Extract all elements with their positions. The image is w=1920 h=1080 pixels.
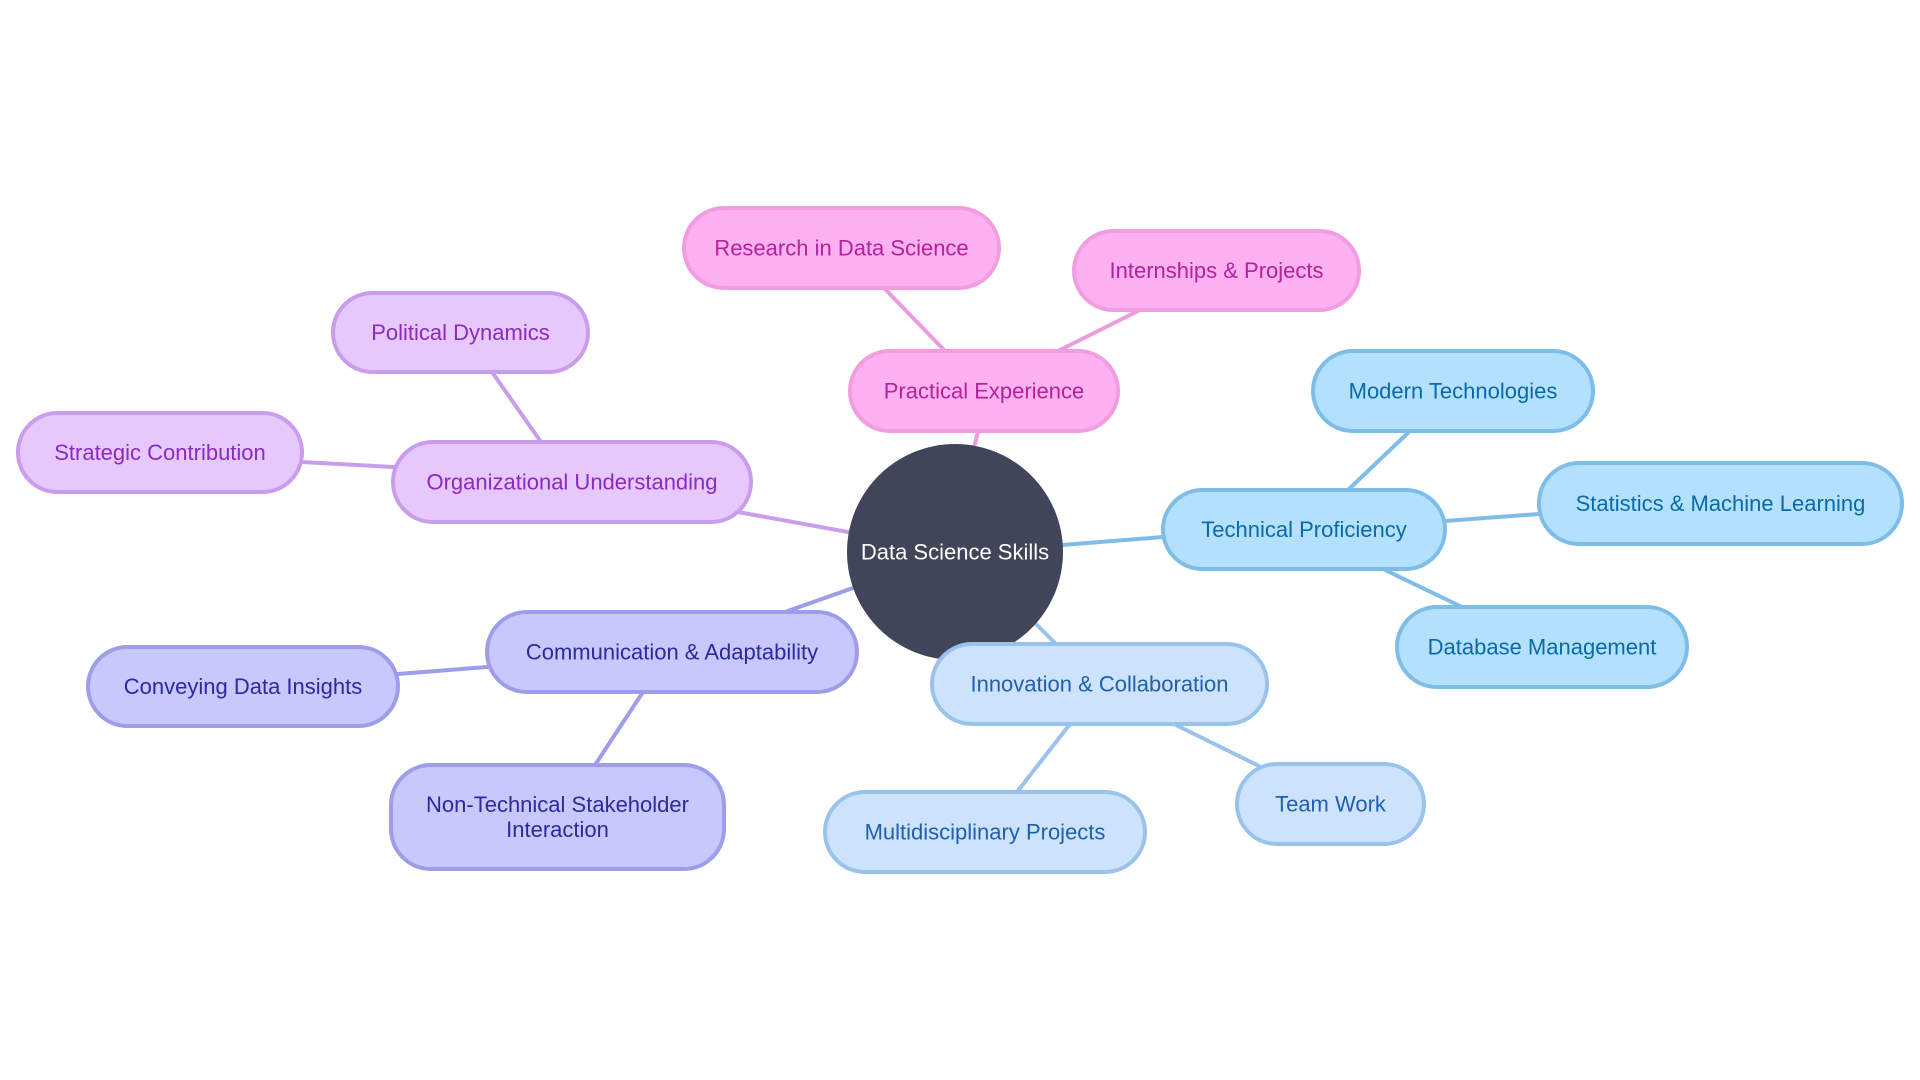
node-label: Multidisciplinary Projects <box>865 820 1106 845</box>
node-label: Practical Experience <box>884 379 1085 404</box>
edge-nontech <box>593 690 645 767</box>
edge-research <box>882 286 947 353</box>
branch-node-technical[interactable]: Technical Proficiency <box>1161 488 1447 571</box>
edge-teamwork <box>1172 722 1267 771</box>
node-label: Political Dynamics <box>371 320 550 345</box>
edge-multidisc <box>1015 722 1072 794</box>
root-layer: Data Science Skills <box>847 444 1063 660</box>
edge-internships <box>1056 308 1142 353</box>
leaf-node-strategic[interactable]: Strategic Contribution <box>16 411 304 494</box>
edge-modern <box>1346 429 1412 492</box>
edge-strategic <box>300 460 395 469</box>
leaf-node-multidisc[interactable]: Multidisciplinary Projects <box>823 790 1147 874</box>
leaf-node-conveying[interactable]: Conveying Data Insights <box>86 645 400 728</box>
branch-node-communication[interactable]: Communication & Adaptability <box>485 610 859 694</box>
node-label: Statistics & Machine Learning <box>1576 491 1866 516</box>
branch-node-practical[interactable]: Practical Experience <box>848 349 1120 433</box>
node-label: Organizational Understanding <box>426 470 717 495</box>
node-label: Innovation & Collaboration <box>970 672 1228 697</box>
node-label: Technical Proficiency <box>1201 517 1406 542</box>
node-label: Communication & Adaptability <box>526 640 818 665</box>
edge-innovation <box>1033 621 1058 646</box>
node-label: Modern Technologies <box>1349 379 1558 404</box>
edge-organizational <box>736 510 850 534</box>
leaf-node-internships[interactable]: Internships & Projects <box>1072 229 1361 312</box>
node-label: Interaction <box>506 817 609 842</box>
leaf-node-statsml[interactable]: Statistics & Machine Learning <box>1537 461 1904 546</box>
leaf-node-political[interactable]: Political Dynamics <box>331 291 590 374</box>
leaf-node-database[interactable]: Database Management <box>1395 605 1689 689</box>
edge-conveying <box>396 665 489 676</box>
node-label: Database Management <box>1428 635 1657 660</box>
mindmap-canvas: Data Science Skills Practical Experience… <box>16 206 1904 874</box>
branch-node-organizational[interactable]: Organizational Understanding <box>391 440 753 524</box>
branch-node-innovation[interactable]: Innovation & Collaboration <box>930 642 1269 726</box>
node-label: Strategic Contribution <box>54 440 266 465</box>
edge-communication <box>783 586 855 614</box>
root-label: Data Science Skills <box>861 540 1049 565</box>
edge-technical <box>1060 535 1165 547</box>
node-label: Conveying Data Insights <box>124 674 362 699</box>
node-label: Non-Technical Stakeholder <box>426 792 689 817</box>
node-label: Research in Data Science <box>714 236 968 261</box>
edge-statsml <box>1443 512 1541 523</box>
leaf-node-teamwork[interactable]: Team Work <box>1235 762 1426 846</box>
leaf-node-nontech[interactable]: Non-Technical StakeholderInteraction <box>389 763 726 871</box>
leaf-node-modern[interactable]: Modern Technologies <box>1311 349 1595 433</box>
edge-political <box>490 370 543 444</box>
leaf-node-research[interactable]: Research in Data Science <box>682 206 1001 290</box>
node-label: Internships & Projects <box>1110 258 1324 283</box>
node-label: Team Work <box>1275 792 1387 817</box>
edge-database <box>1381 567 1464 609</box>
